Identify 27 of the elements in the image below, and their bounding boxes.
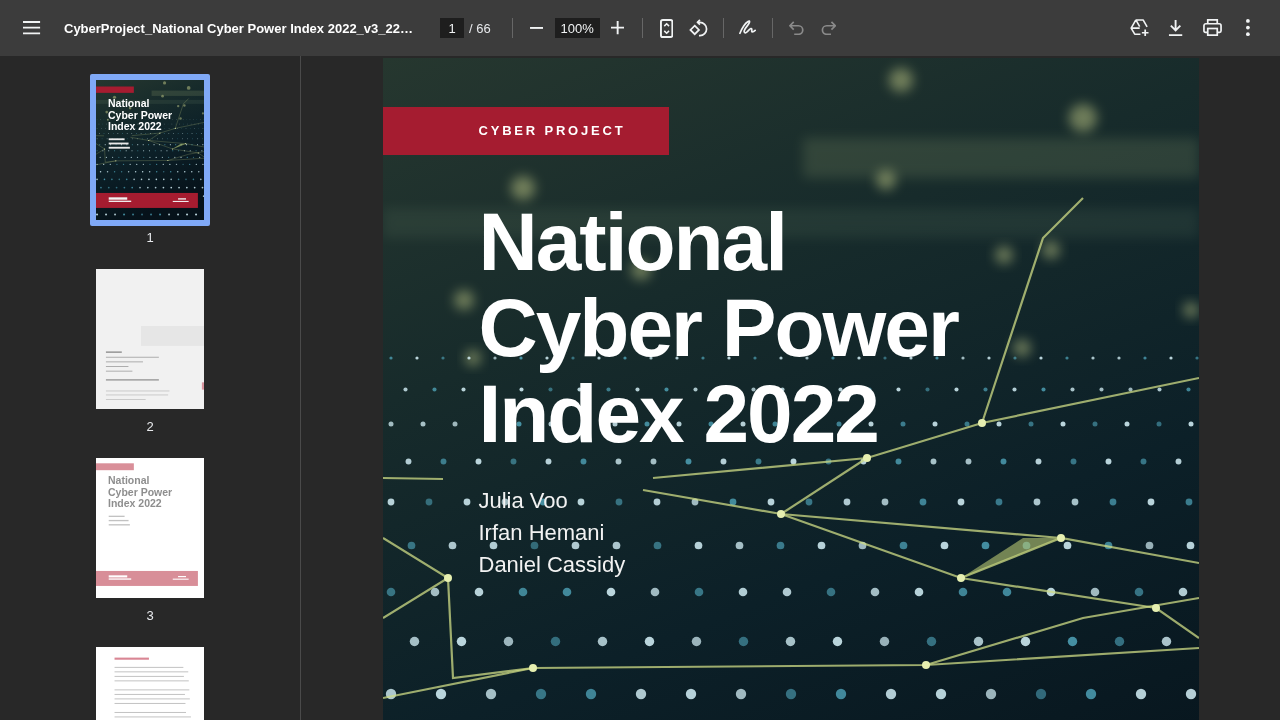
author-name: Daniel Cassidy: [478, 551, 626, 579]
triangle-plus-icon: [1130, 18, 1150, 37]
thumbnail-title: National Cyber Power Index 2022: [108, 475, 174, 510]
page-number-field[interactable]: 1: [440, 18, 464, 38]
author-name: Julia Voo: [478, 487, 568, 515]
menu-icon: [23, 21, 41, 35]
plus-icon: [611, 21, 625, 35]
cover-title: National Cyber Power Index 2022: [478, 199, 960, 457]
squiggle-icon: [739, 20, 757, 36]
more-vertical-icon: [1246, 19, 1250, 37]
minus-icon: [530, 27, 544, 29]
page-count: / 66: [469, 20, 491, 36]
download-icon: [1168, 19, 1184, 37]
project-tag: CYBER PROJECT: [382, 107, 669, 155]
rotate-icon: [689, 18, 709, 37]
zoom-level-field[interactable]: 100%: [554, 18, 600, 38]
page-number-label: 1: [146, 229, 154, 247]
author-name: Irfan Hemani: [478, 519, 605, 547]
printer-icon: [1202, 19, 1222, 37]
redo-icon: [821, 20, 837, 36]
fit-page-icon: [660, 18, 674, 38]
undo-icon: [789, 20, 805, 36]
document-name: CyberProject_National Cyber Power Index 2022_v3_22…: [64, 20, 413, 36]
page-number-label: 3: [146, 607, 154, 625]
page-number-label: 2: [146, 418, 154, 436]
page-thumbnail[interactable]: National Cyber Power Index 2022: [90, 74, 210, 226]
thumbnail-title: National Cyber Power Index 2022: [108, 98, 174, 133]
